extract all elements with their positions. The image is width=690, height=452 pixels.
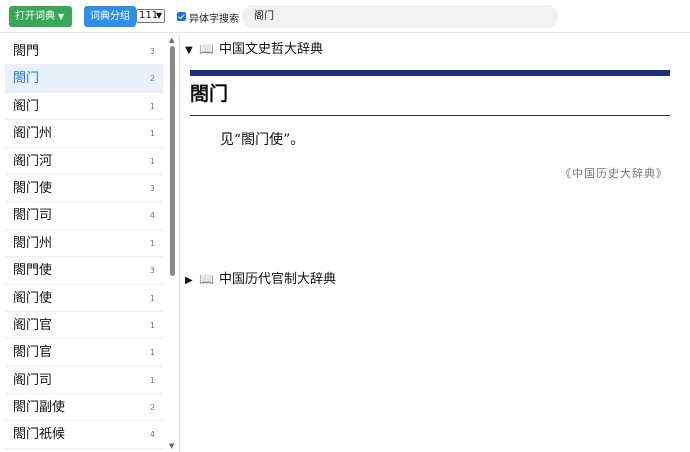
word-list-item-label: 阁门官 (13, 317, 53, 333)
word-list-item[interactable]: 阁门司 1 (5, 367, 163, 395)
word-list-item-label: 阁门司 (13, 372, 53, 388)
word-list-item-label: 閤门官 (13, 345, 53, 361)
open-dictionary-button[interactable]: 打开词典 ▼ (9, 6, 72, 27)
header-rule (190, 70, 670, 76)
search-value: 阁门 (254, 11, 274, 22)
word-list-item-label: 閤门祇候 (13, 427, 66, 443)
book-icon: 📖 (199, 42, 214, 56)
word-list-item[interactable]: 閤门州 1 (5, 230, 163, 258)
word-list-item-count: 1 (149, 320, 155, 330)
word-list-item-count: 3 (149, 266, 155, 276)
word-list-item-count: 2 (149, 74, 155, 84)
word-list-item-label: 閤門使 (13, 263, 53, 279)
word-list-item-label: 閤門 (13, 44, 40, 59)
word-list-sidebar: 閤門 3 閤门 2 阁门 1 阁门州 1 阁门河 1 閤门使 3 閤门司 4 閤门州 1 閤門使 3 阁门使 1 阁门官… (0, 34, 180, 452)
word-list-item[interactable]: 阁门河 1 (5, 148, 163, 175)
word-list-item-label: 阁门使 (13, 290, 53, 306)
word-list-item[interactable]: 阁门 1 (5, 93, 163, 121)
word-list-item-label: 閤门州 (13, 235, 53, 251)
group-select[interactable]: 111 ▼ (136, 9, 165, 23)
word-list-item-count: 1 (149, 101, 155, 111)
word-list-item-label: 阁门州 (13, 126, 53, 142)
word-list-item-label: 阁门河 (13, 153, 53, 169)
dictionary-group-label: 词典分组 (90, 11, 130, 22)
word-list-item-count: 3 (149, 183, 155, 193)
dictionary-group-button[interactable]: 词典分组 (84, 6, 136, 27)
source-citation: 《中国历史大辞典》 (560, 167, 668, 180)
definition-panel: ▼ 📖 中国文史哲大辞典 閤门 见“閤门使”。 《中国历史大辞典》 ▶ 📖 中国历代官制… (181, 34, 690, 452)
word-list-item-count: 3 (149, 47, 155, 56)
headword: 閤门 (190, 83, 229, 105)
word-list-item[interactable]: 閤门 2 (5, 65, 163, 93)
headword-underline (190, 115, 670, 116)
definition-text: 见“閤门使”。 (220, 132, 305, 148)
variant-search-label: 异体字搜索 (189, 14, 239, 25)
variant-search-checkbox[interactable] (177, 12, 186, 21)
word-list-item[interactable]: 閤门司 4 (5, 202, 163, 230)
word-list-item-count: 4 (149, 211, 155, 221)
word-list-item-count: 1 (149, 375, 155, 385)
open-dictionary-label: 打开词典 (15, 11, 55, 22)
word-list-item-count: 1 (149, 129, 155, 139)
word-list-item[interactable]: 阁门州 1 (5, 120, 163, 148)
word-list-item-count: 1 (149, 293, 155, 303)
dictionary-header-1[interactable]: ▼ 📖 中国文史哲大辞典 (185, 39, 323, 59)
word-list-item-count: 1 (149, 156, 155, 166)
word-list-item-label: 閤门使 (13, 180, 53, 196)
word-list-item-label: 閤门 (13, 71, 40, 87)
dictionary-name: 中国文史哲大辞典 (219, 42, 324, 57)
triangle-down-icon: ▼ (185, 45, 193, 56)
chevron-down-icon: ▼ (155, 11, 162, 20)
word-list-item[interactable]: 閤門使 3 (5, 257, 163, 285)
dictionary-name: 中国历代官制大辞典 (219, 272, 337, 287)
chevron-down-icon: ▼ (58, 12, 65, 21)
word-list-item[interactable]: 阁门使 1 (5, 285, 163, 312)
triangle-right-icon: ▶ (185, 275, 193, 286)
word-list-item[interactable]: 閤门使 3 (5, 175, 163, 203)
word-list-item[interactable]: 閤門 3 (5, 38, 163, 66)
search-input[interactable]: 阁门 (242, 5, 558, 28)
toolbar: 打开词典 ▼ 词典分组 111 ▼ 异体字搜索 阁门 (0, 0, 690, 33)
word-list-item[interactable]: 閤门官 1 (5, 339, 163, 367)
scrollbar[interactable]: ▲ ▼ (167, 34, 178, 452)
scroll-down-icon[interactable]: ▼ (169, 442, 174, 450)
word-list-item-count: 1 (149, 348, 155, 358)
word-list-item-label: 阁门 (13, 98, 40, 114)
book-icon: 📖 (199, 272, 214, 286)
scroll-up-icon[interactable]: ▲ (169, 36, 174, 44)
word-list-item-count: 4 (149, 430, 155, 440)
word-list-item[interactable]: 阁门官 1 (5, 312, 163, 340)
word-list-item[interactable]: 閤门祇候 4 (5, 421, 163, 449)
word-list-item-count: 1 (149, 238, 155, 248)
word-list-item[interactable]: 閤门副使 2 (5, 394, 163, 422)
word-list: 閤門 3 閤门 2 阁门 1 阁门州 1 阁门河 1 閤门使 3 閤门司 4 閤门州 1 閤門使 3 阁门使 1 阁门官… (5, 38, 163, 449)
word-list-item-label: 閤门副使 (13, 400, 66, 416)
dictionary-header-2[interactable]: ▶ 📖 中国历代官制大辞典 (185, 269, 336, 289)
word-list-item-count: 2 (149, 403, 155, 413)
word-list-item-label: 閤门司 (13, 208, 53, 224)
scrollbar-thumb[interactable] (170, 46, 175, 276)
